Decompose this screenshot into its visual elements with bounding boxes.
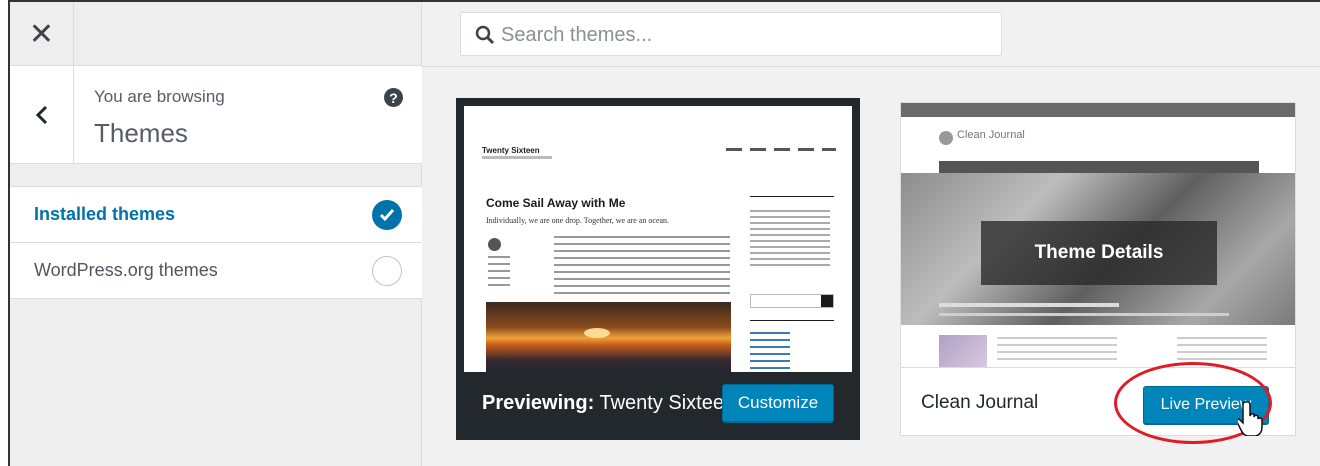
screenshot-post-subtitle: Individually, we are one drop. Together,… [486,216,670,225]
search-box [460,12,1002,56]
screenshot-sidebar-rule [750,196,834,197]
themes-main-area: Twenty Sixteen Come Sail Away with Me In… [422,2,1320,466]
screenshot-meta [488,256,510,286]
theme-details-button[interactable]: Theme Details [981,221,1217,285]
screenshot-logo [939,131,953,145]
screenshot-sun [584,328,610,338]
screenshot-nav [726,148,836,151]
screenshot-thumbnail [939,335,987,367]
screenshot-topbar [901,103,1295,117]
screenshot-text-lines [1177,337,1267,363]
customizer-sidebar: ✕ You are browsing Themes ? Installed th… [10,2,422,466]
screenshot-hero-text [939,303,1119,307]
sidebar-header: ✕ [10,2,422,66]
screenshot-sidebar-text [750,210,830,270]
theme-screenshot: Clean Journal Theme Details [901,103,1295,367]
filter-wordpress-org-themes[interactable]: WordPress.org themes [10,243,422,299]
back-button[interactable] [10,66,74,164]
close-icon: ✕ [28,17,55,51]
help-icon[interactable]: ? [384,88,403,107]
hand-cursor-icon [1238,401,1263,436]
theme-card-twenty-sixteen[interactable]: Twenty Sixteen Come Sail Away with Me In… [460,102,856,436]
theme-name: Previewing: Twenty Sixteen [482,392,722,415]
screenshot-menu [939,161,1259,173]
search-input[interactable] [501,22,981,48]
close-button[interactable]: ✕ [10,2,74,66]
filter-installed-themes[interactable]: Installed themes [10,187,422,243]
screenshot-body-text [554,236,730,294]
screenshot-text-lines [997,337,1117,363]
theme-name-text: Twenty Sixteen [599,392,722,414]
checkmark-icon [372,200,402,230]
screenshot-avatar [488,238,501,251]
screenshot-site-title: Twenty Sixteen [482,146,540,155]
theme-name: Clean Journal [921,392,1039,413]
screenshot-sunset-image [486,302,731,372]
chevron-left-icon [35,105,47,125]
screenshot-post-title: Come Sail Away with Me [486,196,626,210]
screenshot-hero-text [939,313,1229,316]
customizer-window: ✕ You are browsing Themes ? Installed th… [8,0,1320,466]
theme-filter-list: Installed themes WordPress.org themes [10,186,422,299]
browsing-label: You are browsing [94,87,225,106]
browsing-panel: You are browsing Themes ? [10,66,422,164]
theme-screenshot: Twenty Sixteen Come Sail Away with Me In… [464,106,852,372]
filter-label: Installed themes [34,204,176,224]
radio-empty-icon [372,256,402,286]
screenshot-sidebar-rule [750,320,834,321]
filter-label: WordPress.org themes [34,260,218,280]
screenshot-site-title: Clean Journal [957,129,1025,141]
customize-button[interactable]: Customize [722,384,834,422]
browsing-title: Themes [94,118,188,148]
previewing-prefix: Previewing: [482,392,595,414]
screenshot-sidebar-search [750,294,834,308]
screenshot-tagline [482,156,552,159]
search-icon [475,25,495,45]
theme-card-footer: Previewing: Twenty Sixteen Customize [460,372,856,436]
divider [422,66,1320,67]
screenshot-sidebar-links [750,332,790,372]
